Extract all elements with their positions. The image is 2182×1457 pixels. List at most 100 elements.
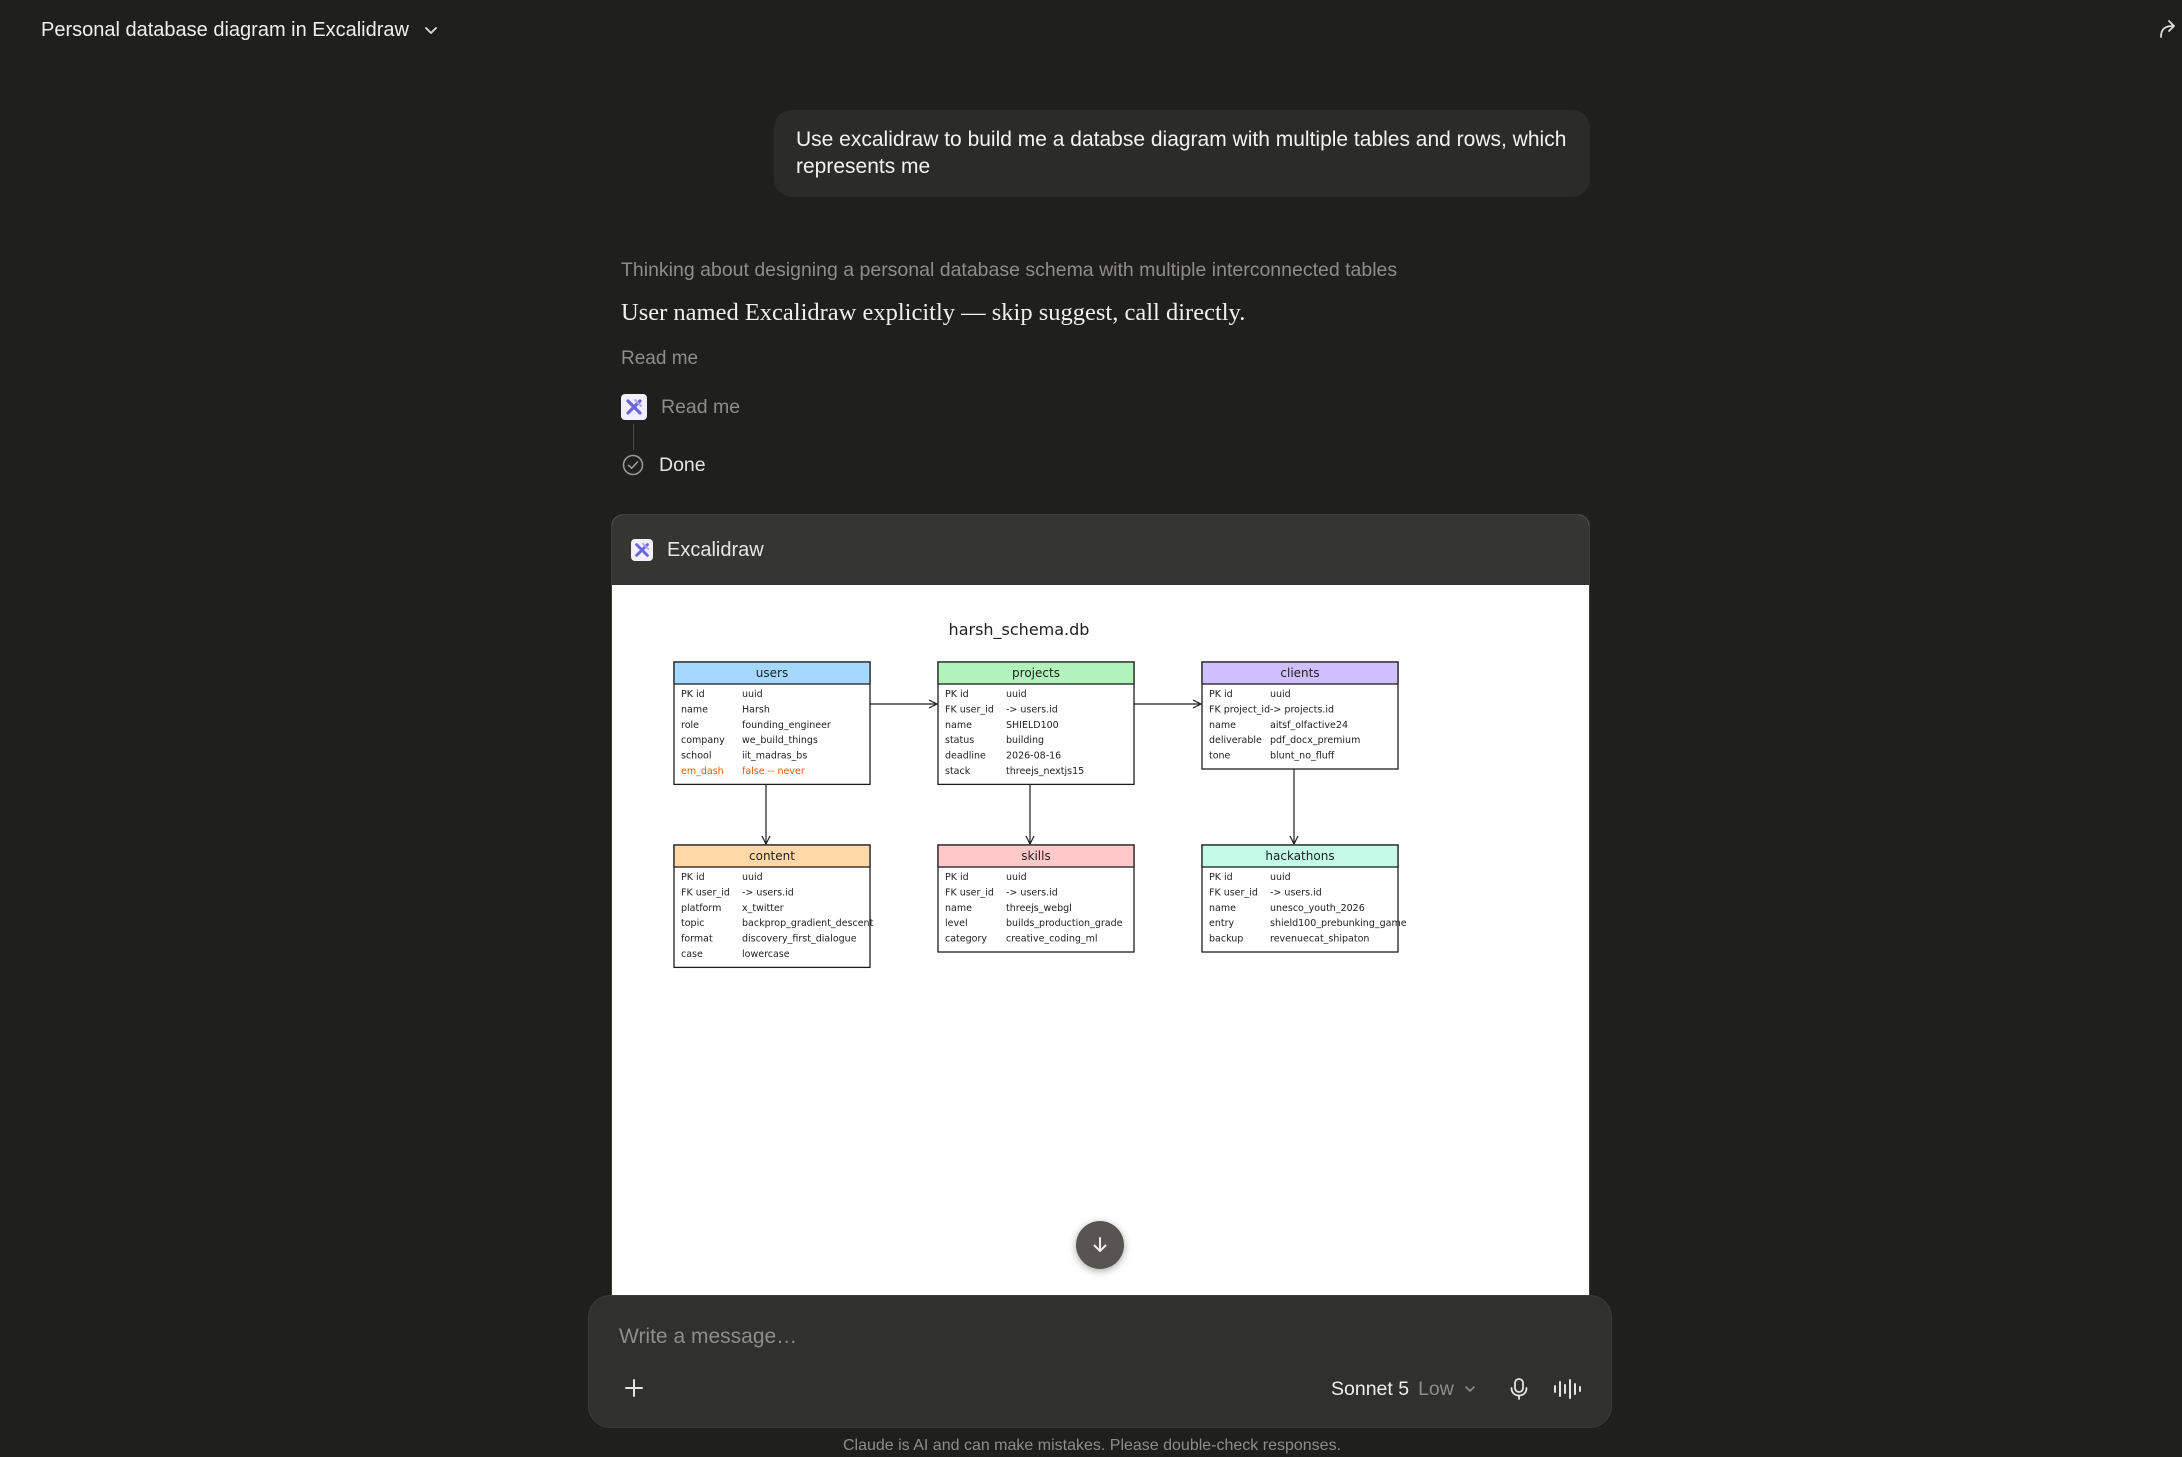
column-value: threejs_nextjs15 (1006, 766, 1084, 777)
column-value: -> users.id (1006, 704, 1058, 715)
column-value: Harsh (742, 704, 770, 715)
column-name: deadline (945, 751, 986, 762)
conversation-title-menu[interactable]: Personal database diagram in Excalidraw (41, 14, 439, 46)
column-name: school (681, 751, 711, 762)
user-message: Use excalidraw to build me a databse dia… (774, 110, 1590, 197)
column-value: false -- never (742, 766, 805, 777)
column-name: FK user_id (1209, 887, 1258, 898)
table-name: skills (1021, 849, 1050, 863)
microphone-icon (1510, 1378, 1528, 1400)
add-attachment-button[interactable] (619, 1373, 649, 1403)
model-effort: Low (1418, 1377, 1454, 1400)
column-name: status (945, 735, 974, 746)
column-value: builds_production_grade (1006, 918, 1123, 929)
column-name: company (681, 735, 725, 746)
column-value: building (1006, 735, 1044, 746)
chevron-down-icon (425, 27, 437, 34)
read-me-toggle[interactable]: Read me (621, 348, 698, 370)
column-name: level (945, 918, 968, 929)
arrow-down-icon (1093, 1237, 1107, 1252)
schema-tables: users PK id uuid name Harsh role founding_engi… (673, 661, 1407, 969)
column-value: we_build_things (742, 735, 818, 746)
column-name: FK project_id (1209, 704, 1270, 715)
column-value: iit_madras_bs (742, 751, 807, 762)
column-name: name (681, 704, 708, 715)
column-name: platform (681, 903, 721, 914)
table-projects: projects PK id uuid FK user_id -> users.id na… (937, 661, 1135, 786)
model-selector[interactable]: Sonnet 5 Low (1331, 1375, 1477, 1403)
column-name: topic (681, 918, 704, 929)
column-value: 2026-08-16 (1006, 751, 1061, 762)
user-message-text: Use excalidraw to build me a databse dia… (796, 128, 1567, 178)
tool-step-done: Done (621, 451, 706, 479)
table-clients: clients PK id uuidFK project_id -> projects… (1201, 661, 1399, 770)
column-value: x_twitter (742, 903, 784, 914)
artifact-header[interactable]: Excalidraw (612, 515, 1589, 585)
message-composer: Sonnet 5 Low (588, 1295, 1612, 1428)
column-name: tone (1209, 751, 1231, 762)
disclaimer: Claude is AI and can make mistakes. Plea… (0, 1437, 2182, 1455)
excalidraw-canvas[interactable]: harsh_schema.db users PK id uuid name Harsh r… (612, 585, 1589, 1295)
scroll-to-bottom-button[interactable] (1076, 1221, 1124, 1269)
diagram-title: harsh_schema.db (949, 620, 1090, 640)
disclaimer-text: Claude is AI and can make mistakes. Plea… (842, 1437, 1342, 1454)
tool-step-read-me[interactable]: Read me (621, 393, 740, 421)
column-name: name (945, 903, 972, 914)
excalidraw-icon (621, 394, 647, 420)
model-name: Sonnet 5 (1331, 1377, 1410, 1400)
tool-step-label: Done (659, 453, 706, 476)
column-value: shield100_prebunking_game (1270, 918, 1407, 929)
tool-step-label: Read me (661, 395, 741, 418)
column-value: uuid (1006, 689, 1027, 700)
column-value: -> users.id (742, 887, 794, 898)
column-value: blunt_no_fluff (1270, 751, 1335, 762)
column-value: creative_coding_ml (1006, 934, 1098, 945)
column-name: FK user_id (945, 704, 994, 715)
chevron-down-icon (1465, 1386, 1475, 1392)
column-value: threejs_webgl (1006, 903, 1072, 914)
column-name: deliverable (1209, 735, 1262, 746)
table-name: clients (1280, 666, 1319, 680)
table-content: content PK id uuid FK user_id -> users.id pla… (673, 844, 874, 969)
share-button[interactable] (2154, 14, 2182, 44)
excalidraw-icon (631, 539, 653, 561)
column-value: unesco_youth_2026 (1270, 903, 1365, 914)
table-users: users PK id uuid name Harsh role founding_engi… (673, 661, 871, 786)
column-name: PK id (1209, 689, 1233, 700)
voice-waveform-icon (1554, 1379, 1581, 1399)
schema-diagram: harsh_schema.db users PK id uuid name Harsh r… (673, 620, 1407, 969)
voice-mode-button[interactable] (1551, 1374, 1583, 1404)
step-connector (633, 424, 634, 450)
dictation-button[interactable] (1504, 1374, 1534, 1404)
column-value: lowercase (742, 949, 790, 960)
column-name: PK id (1209, 872, 1233, 883)
column-value: -> projects.id (1270, 704, 1334, 715)
check-circle-icon (622, 454, 644, 476)
message-input[interactable] (617, 1321, 1521, 1353)
column-value: founding_engineer (742, 720, 831, 731)
column-name: role (681, 720, 699, 731)
column-value: -> users.id (1270, 887, 1322, 898)
column-name: name (1209, 720, 1236, 731)
top-bar: Personal database diagram in Excalidraw (0, 0, 2182, 60)
column-value: uuid (1006, 872, 1027, 883)
table-hackathons: hackathons PK id uuid FK user_id -> users.id… (1201, 844, 1407, 953)
column-value: pdf_docx_premium (1270, 735, 1360, 746)
excalidraw-artifact: Excalidraw harsh_schema.db users PK id uui… (611, 514, 1590, 1295)
column-name: em_dash (681, 766, 724, 777)
share-arrow-icon (2160, 20, 2175, 38)
column-name: PK id (681, 872, 705, 883)
column-value: aitsf_olfactive24 (1270, 720, 1348, 731)
column-value: discovery_first_dialogue (742, 934, 857, 945)
thinking-summary[interactable]: Thinking about designing a personal data… (621, 259, 1397, 282)
table-name: content (749, 849, 795, 863)
column-value: -> users.id (1006, 887, 1058, 898)
column-name: category (945, 934, 987, 945)
table-name: users (756, 666, 788, 680)
column-value: revenuecat_shipaton (1270, 934, 1369, 945)
assistant-message: User named Excalidraw explicitly — skip … (621, 299, 1246, 326)
column-name: PK id (945, 872, 969, 883)
column-name: backup (1209, 934, 1243, 945)
column-name: PK id (681, 689, 705, 700)
column-value: backprop_gradient_descent (742, 918, 874, 929)
